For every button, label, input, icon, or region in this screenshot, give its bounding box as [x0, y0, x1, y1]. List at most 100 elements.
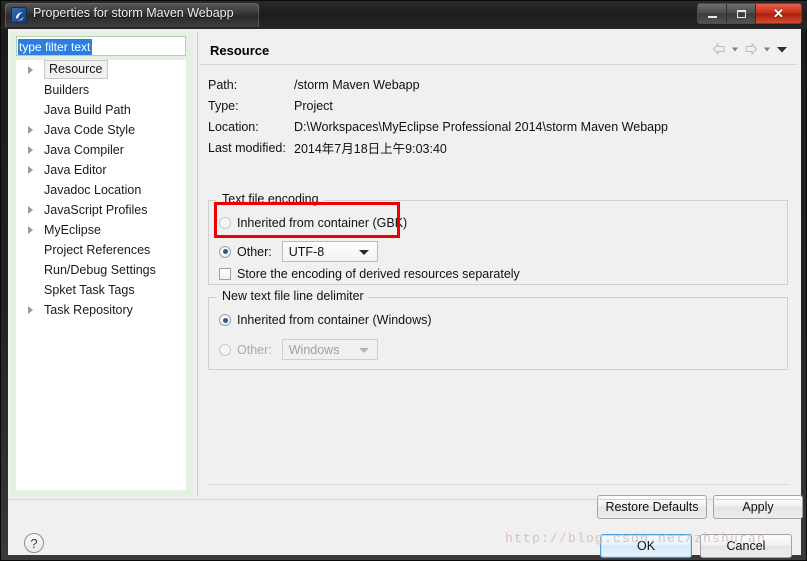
tree-item-javadoc-location[interactable]: Javadoc Location: [16, 180, 186, 200]
view-menu-icon[interactable]: [775, 42, 789, 56]
checkbox-store-derived[interactable]: [219, 268, 231, 280]
resource-info: Path: /storm Maven Webapp Type: Project …: [208, 74, 668, 158]
tree-item-label: Project References: [44, 243, 151, 257]
tree-item-task-repository[interactable]: Task Repository: [16, 300, 186, 320]
footer-divider: [208, 484, 788, 485]
tree-item-project-references[interactable]: Project References: [16, 240, 186, 260]
radio-other-encoding[interactable]: [219, 245, 231, 258]
radio-inherited-encoding[interactable]: [219, 217, 231, 229]
group-border-left: [208, 200, 216, 201]
help-icon[interactable]: ?: [24, 533, 44, 553]
info-value: D:\Workspaces\MyEclipse Professional 201…: [294, 119, 669, 134]
page-title: Resource: [210, 43, 270, 58]
info-value: Project: [294, 98, 333, 113]
radio-inherited-delimiter[interactable]: [219, 314, 231, 326]
header-divider: [200, 64, 797, 65]
tree-item-javascript-profiles[interactable]: JavaScript Profiles: [16, 200, 186, 220]
eclipse-properties-icon: [11, 7, 27, 23]
radio-inherited-delimiter-label: Inherited from container (Windows): [237, 313, 432, 327]
title-bar[interactable]: Properties for storm Maven Webapp ✕: [1, 1, 807, 29]
tree-item-label: Resource: [44, 60, 108, 79]
watermark-text: http://blog.csdn.net/zhshuran: [505, 531, 767, 546]
info-row-path: Path: /storm Maven Webapp: [208, 74, 668, 95]
tree-item-java-build-path[interactable]: Java Build Path: [16, 100, 186, 120]
minimize-button[interactable]: [698, 4, 727, 23]
store-derived-row[interactable]: Store the encoding of derived resources …: [219, 267, 520, 281]
expand-arrow-icon[interactable]: [28, 146, 33, 154]
info-label: Last modified:: [208, 140, 286, 155]
info-label: Location:: [208, 119, 259, 134]
info-row-type: Type: Project: [208, 95, 668, 116]
close-icon: ✕: [773, 6, 784, 21]
group-border-right: [364, 297, 788, 298]
minimize-icon: [707, 15, 717, 18]
page-navigation: [711, 42, 789, 56]
tree-item-java-compiler[interactable]: Java Compiler: [16, 140, 186, 160]
expand-arrow-icon[interactable]: [28, 126, 33, 134]
filter-input[interactable]: type filter text: [18, 39, 93, 55]
tree-item-builders[interactable]: Builders: [16, 80, 186, 100]
expand-arrow-icon[interactable]: [28, 226, 33, 234]
dialog-body: type filter text Resource Builders Java …: [8, 29, 803, 558]
info-value: /storm Maven Webapp: [294, 77, 420, 92]
forward-dropdown-icon[interactable]: [762, 42, 772, 56]
checkbox-store-derived-label: Store the encoding of derived resources …: [237, 267, 520, 281]
line-delimiter-group: New text file line delimiter Inherited f…: [208, 289, 788, 370]
tree-item-label: Task Repository: [44, 303, 133, 317]
maximize-button[interactable]: [727, 4, 756, 23]
back-arrow-icon[interactable]: [711, 42, 727, 56]
encoding-inherited-row[interactable]: Inherited from container (GBK): [219, 216, 407, 230]
tree-item-java-code-style[interactable]: Java Code Style: [16, 120, 186, 140]
info-value: 2014年7月18日上午9:03:40: [294, 142, 447, 156]
settings-navigation-pane: type filter text Resource Builders Java …: [10, 32, 193, 496]
maximize-icon: [736, 9, 746, 18]
tree-item-label: Java Editor: [44, 163, 107, 177]
group-border-right: [312, 200, 788, 201]
expand-arrow-icon[interactable]: [28, 66, 33, 74]
tree-item-resource[interactable]: Resource: [16, 60, 186, 80]
tree-item-label: Javadoc Location: [44, 183, 142, 197]
forward-arrow-icon[interactable]: [743, 42, 759, 56]
resource-settings-pane: Resource Path: /storm Maven Webapp Type:…: [200, 32, 803, 519]
filter-input-box[interactable]: type filter text: [16, 36, 186, 56]
tree-item-label: MyEclipse: [44, 223, 101, 237]
tree-item-label: JavaScript Profiles: [44, 203, 148, 217]
radio-inherited-encoding-label: Inherited from container (GBK): [237, 216, 408, 230]
settings-tree[interactable]: Resource Builders Java Build Path Java C…: [16, 60, 186, 490]
expand-arrow-icon[interactable]: [28, 166, 33, 174]
tree-item-myeclipse[interactable]: MyEclipse: [16, 220, 186, 240]
delimiter-other-row[interactable]: Other: Windows: [219, 339, 378, 360]
properties-dialog-window: Properties for storm Maven Webapp ✕ type…: [0, 0, 807, 561]
delimiter-combo[interactable]: Windows: [281, 339, 378, 360]
chevron-down-icon[interactable]: [358, 250, 369, 255]
chevron-down-icon[interactable]: [358, 348, 369, 353]
pane-divider: [197, 32, 198, 496]
tree-item-spket-task-tags[interactable]: Spket Task Tags: [16, 280, 186, 300]
tree-item-label: Java Code Style: [44, 123, 136, 137]
tree-item-run-debug-settings[interactable]: Run/Debug Settings: [16, 260, 186, 280]
info-row-last-modified: Last modified: 2014年7月18日上午9:03:40: [208, 137, 668, 158]
radio-other-delimiter-label: Other:: [237, 342, 272, 357]
info-label: Type:: [208, 98, 239, 113]
tree-item-java-editor[interactable]: Java Editor: [16, 160, 186, 180]
group-title: Text file encoding: [218, 192, 323, 206]
tree-item-label: Java Build Path: [44, 103, 131, 117]
info-row-location: Location: D:\Workspaces\MyEclipse Profes…: [208, 116, 668, 137]
text-file-encoding-group: Text file encoding Inherited from contai…: [208, 192, 788, 285]
dialog-bottom-divider: [8, 499, 801, 500]
radio-other-delimiter[interactable]: [219, 343, 231, 356]
window-title: Properties for storm Maven Webapp: [33, 6, 234, 20]
encoding-other-row[interactable]: Other: UTF-8: [219, 241, 378, 262]
radio-other-encoding-label: Other:: [237, 244, 272, 259]
expand-arrow-icon[interactable]: [28, 306, 33, 314]
close-button[interactable]: ✕: [756, 4, 801, 23]
encoding-combo[interactable]: UTF-8: [281, 241, 378, 262]
window-controls: ✕: [697, 3, 802, 24]
delimiter-inherited-row[interactable]: Inherited from container (Windows): [219, 313, 432, 327]
back-dropdown-icon[interactable]: [730, 42, 740, 56]
encoding-combo-value: UTF-8: [288, 244, 325, 259]
expand-arrow-icon[interactable]: [28, 206, 33, 214]
tree-item-label: Java Compiler: [44, 143, 124, 157]
delimiter-combo-value: Windows: [288, 342, 340, 357]
group-border-left: [208, 297, 216, 298]
